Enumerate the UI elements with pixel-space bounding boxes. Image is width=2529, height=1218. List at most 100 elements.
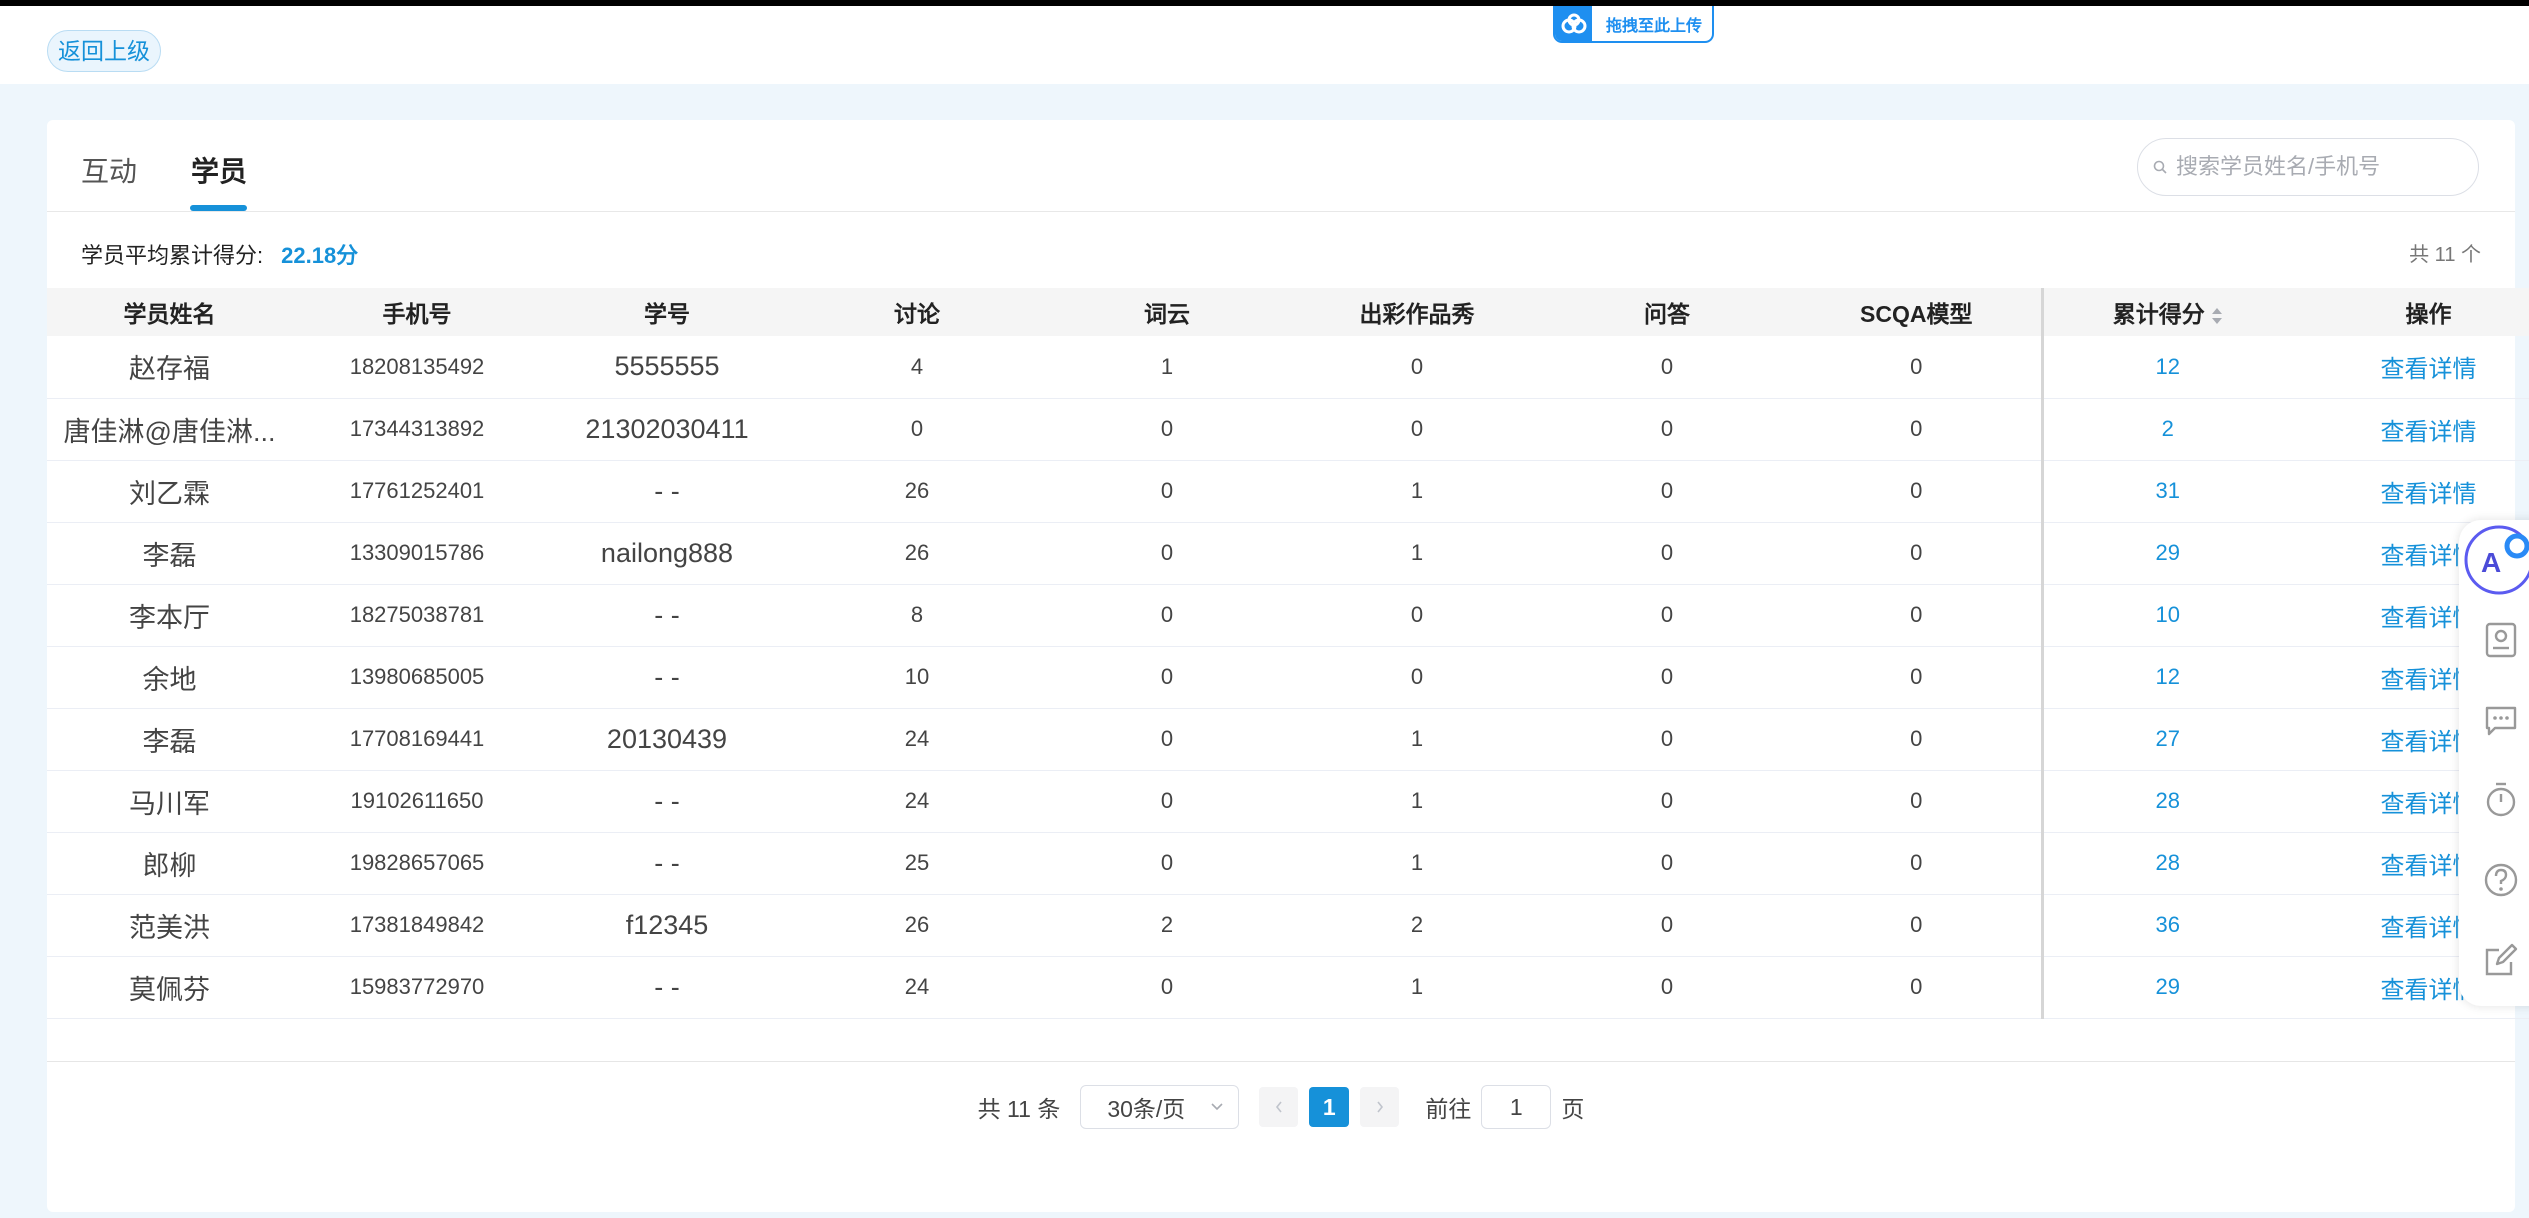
score-header-label: 累计得分	[2112, 301, 2205, 327]
qa-count: 0	[1542, 584, 1792, 647]
table-row: 李本厅 18275038781- -8 0 0 0 0 10 查看详情	[47, 584, 2529, 647]
prev-page-button[interactable]	[1259, 1087, 1299, 1127]
col-header-student-id: 学号	[542, 288, 792, 336]
view-details-link[interactable]: 查看详情	[2292, 460, 2529, 523]
goto-page-input[interactable]	[1481, 1085, 1552, 1129]
table-row: 郎柳 19828657065- -25 0 1 0 0 28 查看详情	[47, 832, 2529, 895]
table-row: 刘乙霖 17761252401- -26 0 1 0 0 31 查看详情	[47, 460, 2529, 523]
discussion-count: 26	[792, 460, 1042, 523]
top-bar: 返回上级 拖拽至此上传	[0, 0, 2529, 84]
divider	[47, 1061, 2515, 1062]
search-input[interactable]	[2176, 154, 2456, 180]
chevron-down-icon	[1211, 1103, 1223, 1111]
scqa-count: 0	[1792, 398, 2042, 461]
total-score: 12	[2040, 646, 2292, 709]
table-row: 赵存福 18208135492 5555555 4 1 0 0 0 12 查看详情	[47, 336, 2529, 399]
student-phone: 13309015786	[292, 522, 542, 585]
wordcloud-count: 0	[1042, 522, 1292, 585]
col-header-qa: 问答	[1542, 288, 1792, 336]
wordcloud-count: 2	[1042, 894, 1292, 957]
scqa-count: 0	[1792, 894, 2042, 957]
wordcloud-count: 0	[1042, 832, 1292, 895]
scqa-count: 0	[1792, 956, 2042, 1019]
student-id: - -	[542, 460, 792, 523]
next-page-button[interactable]	[1360, 1087, 1400, 1127]
view-details-link[interactable]: 查看详情	[2292, 398, 2529, 461]
col-header-wordcloud: 词云	[1042, 288, 1292, 336]
wordcloud-count: 0	[1042, 956, 1292, 1019]
student-name: 赵存福	[47, 336, 292, 399]
col-header-score[interactable]: 累计得分	[2040, 288, 2292, 336]
table-row: 余地 13980685005- -10 0 0 0 0 12 查看详情	[47, 646, 2529, 709]
table-row: 李磊 17708169441 20130439 24 0 1 0 0 27 查看详情	[47, 708, 2529, 771]
sort-icon[interactable]	[2211, 306, 2223, 326]
search-box[interactable]	[2137, 138, 2479, 196]
tab-bar: 互动 学员	[47, 120, 2515, 212]
scqa-count: 0	[1792, 646, 2042, 709]
student-phone: 13980685005	[292, 646, 542, 709]
student-name: 唐佳淋@唐佳淋...	[47, 398, 292, 461]
scqa-count: 0	[1792, 708, 2042, 771]
col-header-action: 操作	[2292, 288, 2529, 336]
wordcloud-count: 0	[1042, 646, 1292, 709]
student-phone: 19102611650	[292, 770, 542, 833]
tab-interaction[interactable]: 互动	[81, 150, 137, 190]
timer-icon[interactable]	[2481, 780, 2521, 820]
total-score: 10	[2040, 584, 2292, 647]
qa-count: 0	[1542, 708, 1792, 771]
table-row: 李磊 13309015786 nailong888 26 0 1 0 0 29 查看详情	[47, 522, 2529, 585]
showcase-count: 1	[1292, 708, 1542, 771]
page-size-select[interactable]: 30条/页	[1080, 1085, 1240, 1129]
total-score: 28	[2040, 770, 2292, 833]
upload-drop-zone[interactable]: 拖拽至此上传	[1553, 6, 1714, 43]
view-details-link[interactable]: 查看详情	[2292, 336, 2529, 399]
student-id: 5555555	[542, 336, 792, 399]
showcase-count: 0	[1292, 398, 1542, 461]
total-score: 28	[2040, 832, 2292, 895]
discussion-count: 24	[792, 956, 1042, 1019]
floating-toolbar: A	[2459, 520, 2529, 1006]
qa-count: 0	[1542, 956, 1792, 1019]
page-number-current[interactable]: 1	[1309, 1087, 1350, 1127]
student-phone: 18208135492	[292, 336, 542, 399]
col-header-discussion: 讨论	[792, 288, 1042, 336]
student-name: 马川军	[47, 770, 292, 833]
qa-count: 0	[1542, 522, 1792, 585]
edit-icon[interactable]	[2481, 940, 2521, 980]
tab-students[interactable]: 学员	[191, 150, 247, 190]
student-id: - -	[542, 956, 792, 1019]
scqa-count: 0	[1792, 584, 2042, 647]
wordcloud-count: 0	[1042, 398, 1292, 461]
col-header-scqa: SCQA模型	[1792, 288, 2042, 336]
student-id: - -	[542, 584, 792, 647]
back-button[interactable]: 返回上级	[47, 30, 161, 72]
showcase-count: 1	[1292, 770, 1542, 833]
student-phone: 17344313892	[292, 398, 542, 461]
cloud-upload-icon	[1555, 6, 1592, 41]
scqa-count: 0	[1792, 832, 2042, 895]
contact-card-icon[interactable]	[2481, 620, 2521, 660]
discussion-count: 24	[792, 770, 1042, 833]
qa-count: 0	[1542, 646, 1792, 709]
student-name: 郎柳	[47, 832, 292, 895]
discussion-count: 25	[792, 832, 1042, 895]
student-id: 21302030411	[542, 398, 792, 461]
total-score: 36	[2040, 894, 2292, 957]
average-score-value: 22.18分	[281, 243, 359, 268]
table-row: 唐佳淋@唐佳淋... 17344313892 21302030411 0 0 0 0 0 2 查看…	[47, 398, 2529, 461]
qa-count: 0	[1542, 832, 1792, 895]
total-score: 12	[2040, 336, 2292, 399]
discussion-count: 26	[792, 894, 1042, 957]
showcase-count: 1	[1292, 460, 1542, 523]
qa-count: 0	[1542, 460, 1792, 523]
showcase-count: 0	[1292, 584, 1542, 647]
help-icon[interactable]	[2481, 860, 2521, 900]
col-header-showcase: 出彩作品秀	[1292, 288, 1542, 336]
students-table: 学员姓名 手机号 学号 讨论 词云 出彩作品秀 问答 SCQA模型 累计得分 操…	[47, 288, 2529, 1019]
student-name: 李磊	[47, 708, 292, 771]
student-phone: 17761252401	[292, 460, 542, 523]
ai-assistant-icon[interactable]: A	[2463, 524, 2529, 596]
student-id: 20130439	[542, 708, 792, 771]
chat-icon[interactable]	[2481, 700, 2521, 740]
scqa-count: 0	[1792, 336, 2042, 399]
